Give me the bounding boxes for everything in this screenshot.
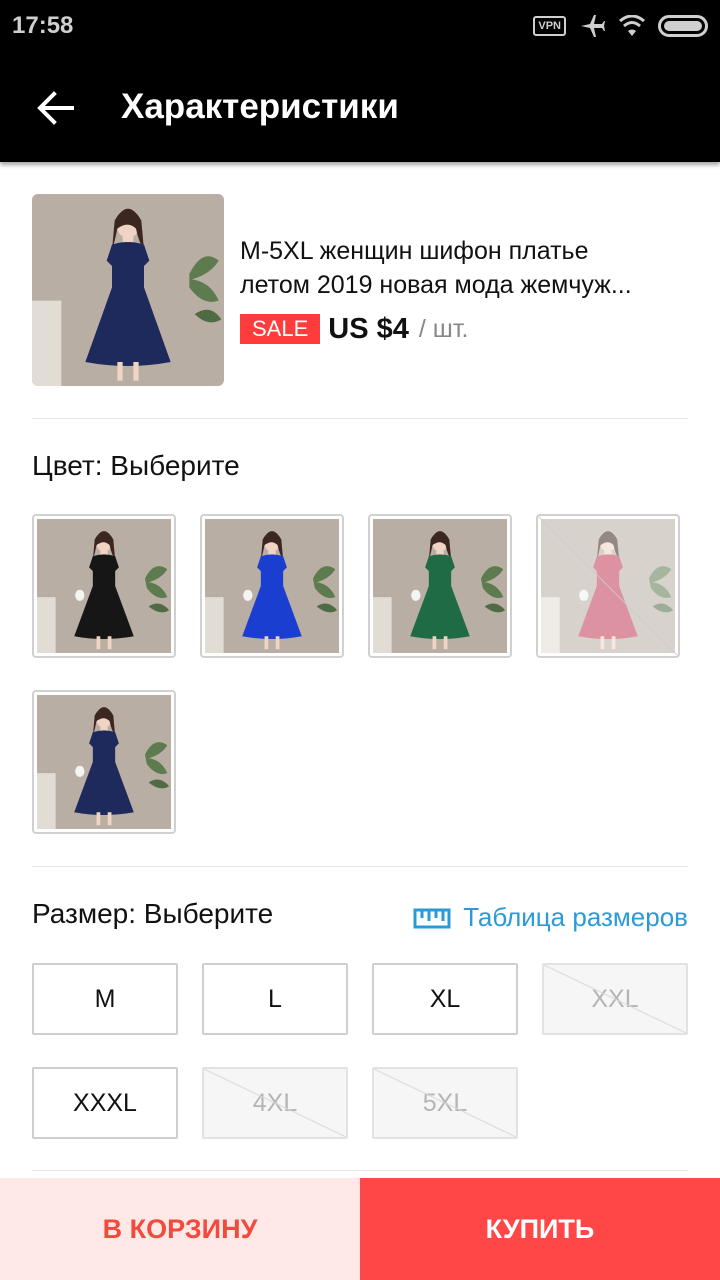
price-value: US $4 <box>328 312 409 345</box>
ruler-icon <box>413 908 451 929</box>
size-option-xxl[interactable]: XXL <box>542 963 688 1035</box>
size-option-l[interactable]: L <box>202 963 348 1035</box>
sale-badge: SALE <box>240 314 321 344</box>
back-button[interactable] <box>36 88 76 128</box>
size-option-4xl[interactable]: 4XL <box>202 1067 348 1139</box>
add-to-cart-button[interactable]: В КОРЗИНУ <box>0 1178 360 1280</box>
price-row: SALE US $4 / шт. <box>240 312 468 346</box>
buy-now-button[interactable]: КУПИТЬ <box>360 1178 720 1280</box>
divider <box>32 418 688 419</box>
airplane-mode-icon <box>580 14 606 38</box>
color-option-navy[interactable] <box>32 690 176 834</box>
status-time: 17:58 <box>12 12 74 39</box>
product-thumbnail <box>32 194 224 386</box>
size-option-xl[interactable]: XL <box>372 963 518 1035</box>
status-bar: 17:58 VPN <box>0 0 720 52</box>
size-option-xxxl[interactable]: XXXL <box>32 1067 178 1139</box>
page-title: Характеристики <box>121 87 399 126</box>
bottom-action-bar: В КОРЗИНУ КУПИТЬ <box>0 1178 720 1280</box>
battery-icon <box>658 15 708 37</box>
price-unit: / шт. <box>418 314 469 343</box>
arrow-left-icon <box>37 91 74 125</box>
vpn-icon: VPN <box>533 16 566 36</box>
size-chart-label: Таблица размеров <box>463 901 688 932</box>
app-bar: Характеристики <box>0 52 720 162</box>
color-option-green[interactable] <box>368 514 512 658</box>
color-option-black[interactable] <box>32 514 176 658</box>
product-title-line-1: M-5XL женщин шифон платье <box>240 237 589 265</box>
status-icons: VPN <box>533 12 708 40</box>
divider <box>32 866 688 867</box>
divider <box>32 1170 688 1171</box>
color-label: Цвет: Выберите <box>32 450 240 481</box>
size-chart-link[interactable]: Таблица размеров <box>413 898 688 936</box>
color-option-blue[interactable] <box>200 514 344 658</box>
product-title: M-5XL женщин шифон платье летом 2019 нов… <box>240 234 690 302</box>
wifi-icon <box>618 15 646 37</box>
product-title-line-2: летом 2019 новая мода жемчуж... <box>240 271 632 299</box>
size-label: Размер: Выберите <box>32 898 274 929</box>
size-option-m[interactable]: M <box>32 963 178 1035</box>
color-option-pink[interactable] <box>536 514 680 658</box>
size-option-5xl[interactable]: 5XL <box>372 1067 518 1139</box>
